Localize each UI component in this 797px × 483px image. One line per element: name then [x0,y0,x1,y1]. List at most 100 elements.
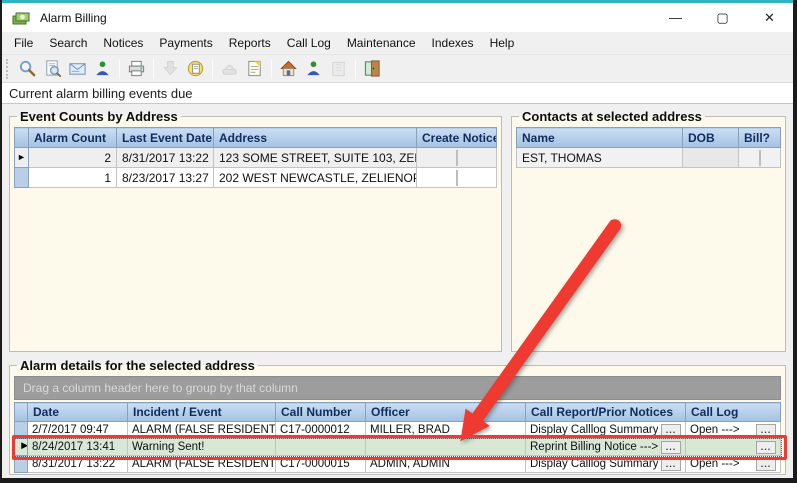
call-report-cell: Display Calllog Summary ---> ... [526,456,686,473]
home-icon[interactable] [276,57,301,81]
call-number-cell: C17-0000012 [276,422,366,439]
menu-indexes[interactable]: Indexes [424,33,482,53]
column-header-call-report[interactable]: Call Report/Prior Notices [526,403,686,422]
column-header-date[interactable]: Date [28,403,128,422]
exit-door-icon[interactable] [360,57,385,81]
window-title: Alarm Billing [40,11,107,25]
status-bar: Current alarm billing events due [2,82,793,104]
toolbar-separator [119,59,120,79]
row-selector-arrow-icon: ► [15,439,28,456]
column-header-officer[interactable]: Officer [366,403,526,422]
menu-search[interactable]: Search [41,33,95,53]
last-event-date-cell: 8/23/2017 13:27 [117,168,214,188]
event-row-selected[interactable]: ► 2 8/31/2017 13:22 123 SOME STREET, SUI… [15,148,497,168]
last-event-date-cell: 8/31/2017 13:22 [117,148,214,168]
contacts-table: Name DOB Bill? EST, THOMAS [516,127,781,168]
call-report-cell: Display Calllog Summary ---> ... [526,422,686,439]
toolbar-separator [355,59,356,79]
call-log-cell: Open ---> ... [686,456,781,473]
minimize-button[interactable]: — [652,3,699,32]
incident-cell: Warning Sent! [128,439,276,456]
download-icon [158,57,183,81]
call-log-link[interactable]: Open ---> [690,424,740,436]
menu-notices[interactable]: Notices [95,33,151,53]
group-by-hint-text: Drag a column header here to group by th… [23,381,298,395]
call-number-cell: C17-0000015 [276,456,366,473]
contacts-title: Contacts at selected address [519,109,705,124]
ellipsis-button[interactable]: ... [661,424,681,437]
building-icon [326,57,351,81]
alarm-count-cell: 2 [29,148,117,168]
alarm-row[interactable]: 8/31/2017 13:22 ALARM (FALSE RESIDENTIA … [15,456,781,473]
maximize-button[interactable]: ▢ [699,3,746,32]
envelope-icon[interactable] [65,57,90,81]
menu-payments[interactable]: Payments [151,33,220,53]
column-header-bill[interactable]: Bill? [739,128,781,148]
column-header-incident[interactable]: Incident / Event [128,403,276,422]
ellipsis-button[interactable]: ... [661,458,681,471]
selector-column-header [15,403,28,422]
call-report-link[interactable]: Reprint Billing Notice ---> [530,441,658,453]
ellipsis-button[interactable]: ... [756,441,776,454]
alarm-row-highlighted[interactable]: ► 8/24/2017 13:41 Warning Sent! Reprint … [15,439,781,456]
ellipsis-button[interactable]: ... [661,441,681,454]
call-report-link[interactable]: Display Calllog Summary ---> [530,424,658,436]
menu-file[interactable]: File [6,33,41,53]
toolbar-grip[interactable] [6,59,11,79]
column-header-dob[interactable]: DOB [683,128,739,148]
column-header-name[interactable]: Name [517,128,683,148]
row-selector-cell [15,456,28,473]
column-header-alarm-count[interactable]: Alarm Count [29,128,117,148]
column-header-last-event-date[interactable]: Last Event Date [117,128,214,148]
status-text: Current alarm billing events due [9,86,193,101]
title-bar: Alarm Billing — ▢ ✕ [2,3,793,32]
contact-bill-cell [739,148,781,168]
report-icon[interactable] [242,57,267,81]
create-notice-checkbox[interactable] [456,150,458,166]
menu-bar: File Search Notices Payments Reports Cal… [2,32,793,54]
print-icon[interactable] [124,57,149,81]
create-notice-cell [417,168,497,188]
call-log-link[interactable]: Open ---> [690,458,740,470]
column-header-call-number[interactable]: Call Number [276,403,366,422]
call-number-cell [276,439,366,456]
search-icon[interactable] [15,57,40,81]
row-selector-cell [15,422,28,439]
create-notice-checkbox[interactable] [456,170,458,186]
toolbar-separator [271,59,272,79]
selector-column-header [15,128,29,148]
officer-cell [366,439,526,456]
date-cell: 8/31/2017 13:22 [28,456,128,473]
menu-help[interactable]: Help [482,33,523,53]
document-preview-icon[interactable] [40,57,65,81]
address-cell: 202 WEST NEWCASTLE, ZELIENOPLE PA [214,168,417,188]
contact-row[interactable]: EST, THOMAS [517,148,781,168]
menu-call-log[interactable]: Call Log [279,33,339,53]
call-report-link[interactable]: Display Calllog Summary ---> [530,458,658,470]
group-by-drop-zone[interactable]: Drag a column header here to group by th… [14,376,781,400]
column-header-call-log[interactable]: Call Log [686,403,781,422]
app-window: Alarm Billing — ▢ ✕ File Search Notices … [0,0,797,483]
alarm-count-cell: 1 [29,168,117,188]
column-header-address[interactable]: Address [214,128,417,148]
close-button[interactable]: ✕ [746,3,793,32]
billing-refresh-icon[interactable] [183,57,208,81]
contact-dob-cell [683,148,739,168]
incident-cell: ALARM (FALSE RESIDENTIA [128,456,276,473]
ellipsis-button[interactable]: ... [756,424,776,437]
date-cell: 2/7/2017 09:47 [28,422,128,439]
column-header-create-notice[interactable]: Create Notice [417,128,497,148]
alarm-row[interactable]: 2/7/2017 09:47 ALARM (FALSE RESIDENTIA C… [15,422,781,439]
bill-checkbox[interactable] [759,150,761,166]
call-report-cell: Reprint Billing Notice ---> ... [526,439,686,456]
menu-reports[interactable]: Reports [221,33,279,53]
person-icon[interactable] [90,57,115,81]
window-controls: — ▢ ✕ [652,3,793,32]
ellipsis-button[interactable]: ... [756,458,776,471]
event-row[interactable]: 1 8/23/2017 13:27 202 WEST NEWCASTLE, ZE… [15,168,497,188]
row-selector-cell [15,168,29,188]
toolbar-separator [212,59,213,79]
menu-maintenance[interactable]: Maintenance [339,33,424,53]
person-add-icon[interactable] [301,57,326,81]
address-cell: 123 SOME STREET, SUITE 103, ZELIENOPLE [214,148,417,168]
